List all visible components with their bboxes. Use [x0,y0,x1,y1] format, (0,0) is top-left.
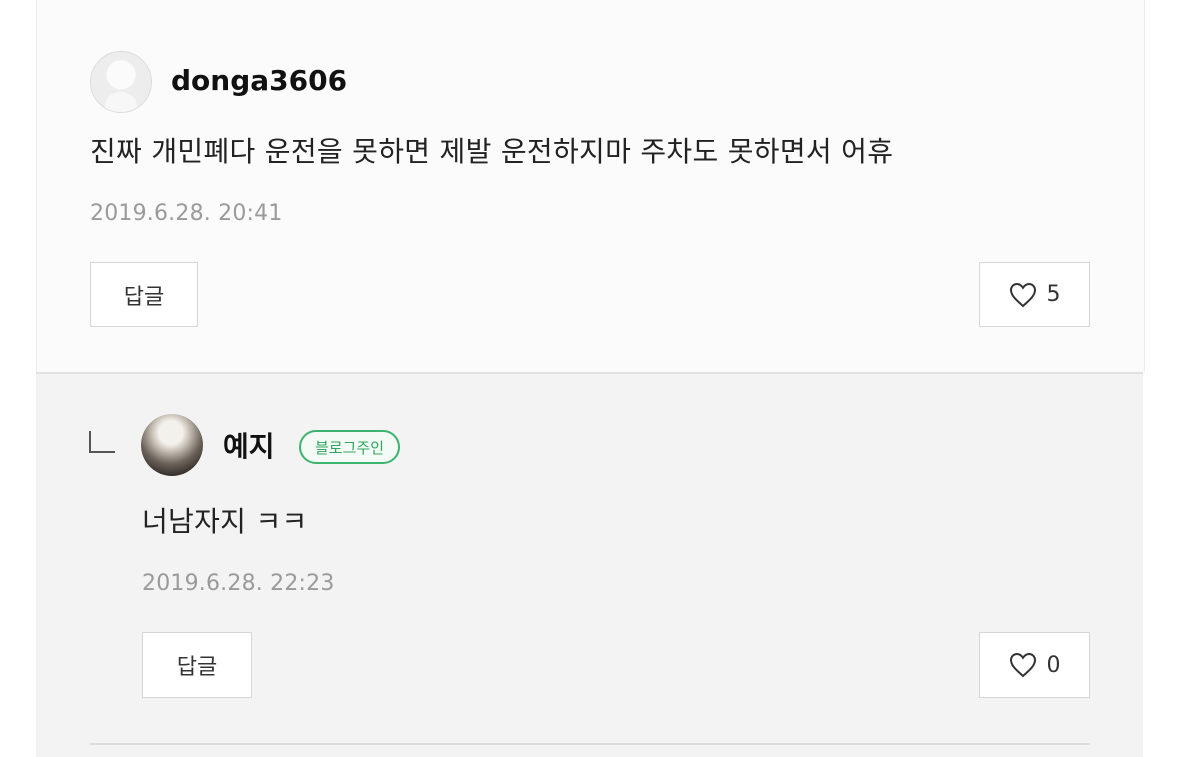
divider [90,743,1090,745]
reply-button-label: 답글 [176,655,218,680]
like-count: 5 [1046,282,1061,307]
reply-indicator-icon [89,431,115,453]
reply-text: 너남자지 ㅋㅋ [142,505,308,538]
reply-button-label: 답글 [123,284,165,310]
heart-icon [1009,282,1036,307]
reply-item [36,372,1143,757]
avatar[interactable] [90,51,152,113]
avatar[interactable] [141,414,203,476]
comment-date: 2019.6.28. 20:41 [90,201,283,226]
reply-date: 2019.6.28. 22:23 [142,571,335,596]
heart-icon [1009,652,1036,678]
reply-button[interactable]: 답글 [142,632,252,698]
reply-author[interactable]: 예지 [223,433,275,461]
like-button[interactable]: 0 [979,632,1090,698]
like-count: 0 [1046,652,1061,678]
owner-badge: 블로그주인 [299,430,401,464]
comment-text: 진짜 개민폐다 운전을 못하면 제발 운전하지마 주차도 못하면서 어휴 [90,135,894,168]
reply-button[interactable]: 답글 [90,262,198,327]
like-button[interactable]: 5 [979,262,1090,327]
comment-author[interactable]: donga3606 [171,67,347,95]
